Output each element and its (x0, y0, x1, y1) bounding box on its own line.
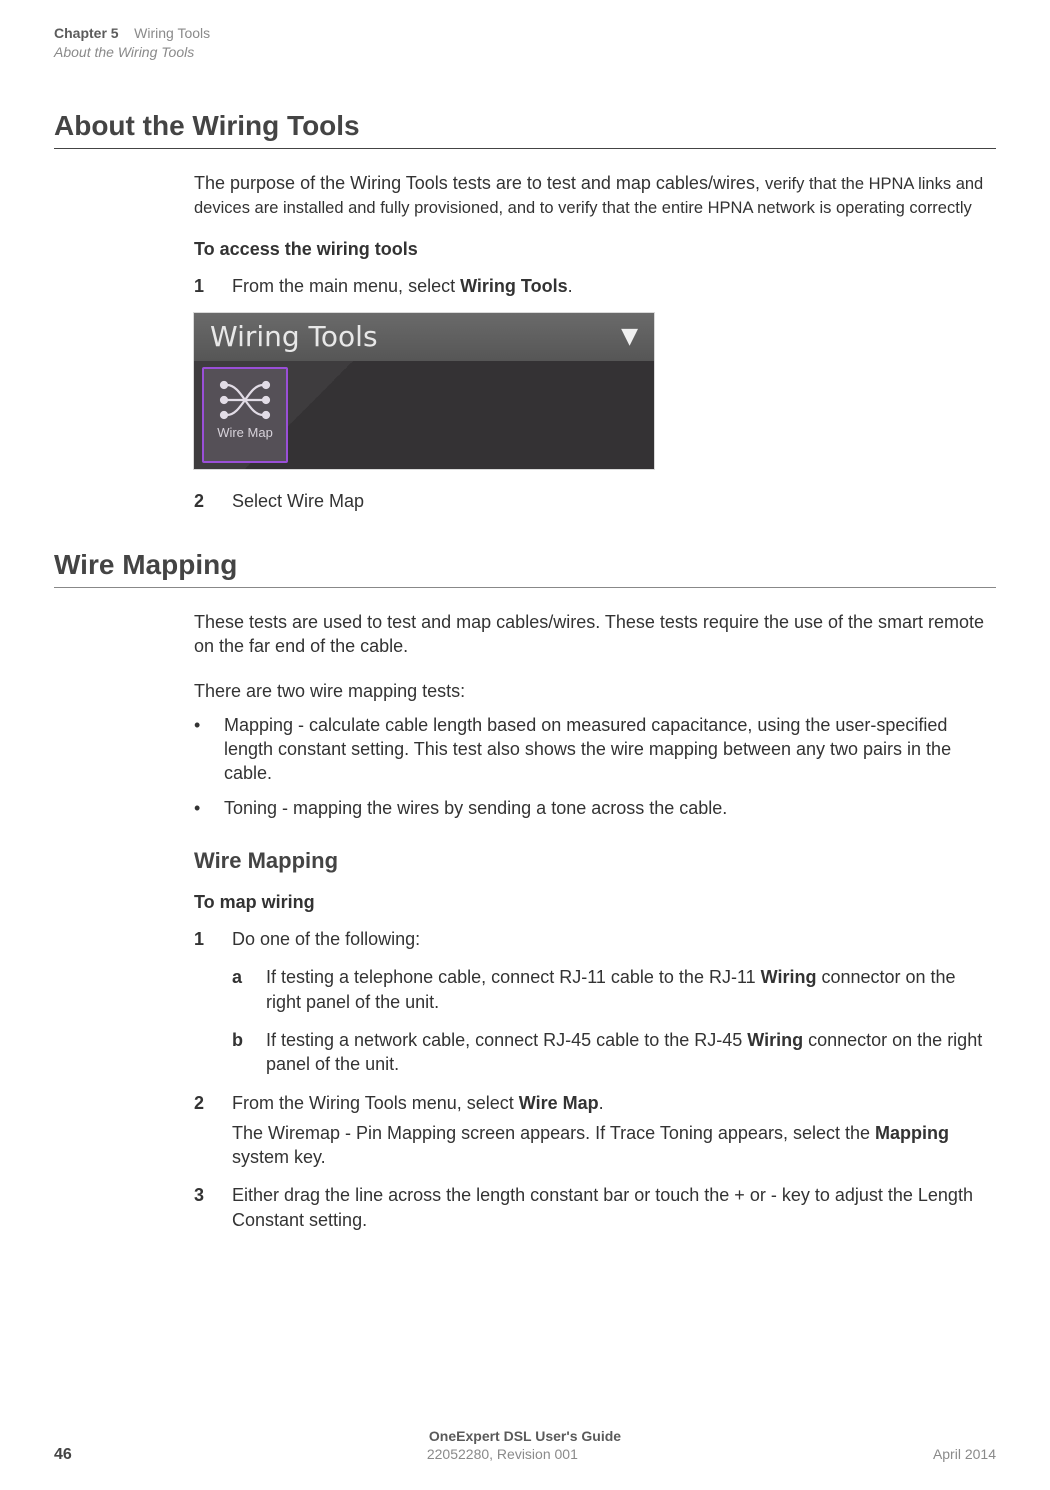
heading-wire-mapping: Wire Mapping (54, 549, 996, 581)
step-1: 1 From the main menu, select Wiring Tool… (194, 274, 986, 298)
step-body: From the main menu, select Wiring Tools. (232, 274, 986, 298)
heading-about-wiring-tools: About the Wiring Tools (54, 110, 996, 142)
bullet-icon: • (194, 713, 224, 786)
subhead-map-wiring: To map wiring (194, 892, 986, 913)
sub-text-bold: Wiring (761, 967, 817, 987)
map-step-2: 2 From the Wiring Tools menu, select Wir… (194, 1091, 986, 1170)
widget-title-bar[interactable]: Wiring Tools ▼ (194, 313, 654, 361)
map-step-1: 1 Do one of the following: (194, 927, 986, 951)
step-number: 2 (194, 1091, 232, 1170)
step-body: From the Wiring Tools menu, select Wire … (232, 1091, 986, 1170)
widget-body: Wire Map (194, 361, 654, 469)
wire-map-tile[interactable]: Wire Map (202, 367, 288, 463)
footer-line: 46 22052280, Revision 001 April 2014 (54, 1446, 996, 1464)
sub-body: If testing a telephone cable, connect RJ… (266, 965, 986, 1014)
step-number: 2 (194, 489, 232, 513)
widget-title-text: Wiring Tools (210, 320, 378, 353)
bullet-body: Mapping - calculate cable length based o… (224, 713, 986, 786)
step2-line2-post: system key. (232, 1147, 326, 1167)
footer-title: OneExpert DSL User's Guide (54, 1428, 996, 1444)
step-body: Either drag the line across the length c… (232, 1183, 986, 1232)
wire-map-icon (218, 379, 272, 421)
bullet-icon: • (194, 796, 224, 820)
bullet-toning: • Toning - mapping the wires by sending … (194, 796, 986, 820)
intro-text-a: The purpose of the Wiring Tools tests ar… (194, 173, 765, 193)
step-text-a: From the main menu, select (232, 276, 460, 296)
sub-body: If testing a network cable, connect RJ-4… (266, 1028, 986, 1077)
running-head: Chapter 5 Wiring Tools About the Wiring … (54, 24, 996, 62)
step-2: 2 Select Wire Map (194, 489, 986, 513)
page-number: 46 (54, 1446, 72, 1464)
wm-intro: These tests are used to test and map cab… (194, 610, 986, 659)
sub-letter: b (232, 1028, 266, 1077)
content-block-1: The purpose of the Wiring Tools tests ar… (194, 171, 986, 513)
bullet-body: Toning - mapping the wires by sending a … (224, 796, 986, 820)
step-number: 3 (194, 1183, 232, 1232)
chapter-title: Wiring Tools (134, 25, 210, 41)
step-text-c: . (568, 276, 573, 296)
wiring-tools-widget: Wiring Tools ▼ (194, 313, 654, 469)
sub-text-pre: If testing a telephone cable, connect RJ… (266, 967, 761, 987)
footer-revision: 22052280, Revision 001 (427, 1446, 578, 1462)
step-number: 1 (194, 274, 232, 298)
intro-paragraph: The purpose of the Wiring Tools tests ar… (194, 171, 986, 220)
step2-bold: Wire Map (519, 1093, 599, 1113)
wm-two-tests: There are two wire mapping tests: (194, 679, 986, 703)
map-substep-b: b If testing a network cable, connect RJ… (232, 1028, 986, 1077)
bullet-mapping: • Mapping - calculate cable length based… (194, 713, 986, 786)
section-rule (54, 587, 996, 588)
step-text: Select Wire Map (232, 491, 364, 511)
subheading-wire-mapping: Wire Mapping (194, 848, 996, 874)
page: Chapter 5 Wiring Tools About the Wiring … (0, 0, 1050, 1490)
step2-pre: From the Wiring Tools menu, select (232, 1093, 519, 1113)
chevron-down-icon: ▼ (621, 324, 638, 349)
step2-line2-pre: The Wiremap - Pin Mapping screen appears… (232, 1123, 875, 1143)
content-block-3: To map wiring 1 Do one of the following:… (194, 892, 986, 1232)
section-title: About the Wiring Tools (54, 43, 996, 62)
map-step-3: 3 Either drag the line across the length… (194, 1183, 986, 1232)
chapter-label: Chapter 5 (54, 25, 119, 41)
step2-line2-bold: Mapping (875, 1123, 949, 1143)
sub-text-pre: If testing a network cable, connect RJ-4… (266, 1030, 747, 1050)
step-number: 1 (194, 927, 232, 951)
sub-text-bold: Wiring (747, 1030, 803, 1050)
tool-item-label: Wire Map (204, 425, 286, 440)
page-footer: OneExpert DSL User's Guide 46 22052280, … (54, 1428, 996, 1464)
content-block-2: These tests are used to test and map cab… (194, 610, 986, 820)
step-text-bold: Wiring Tools (460, 276, 568, 296)
map-substep-a: a If testing a telephone cable, connect … (232, 965, 986, 1014)
step2-post: . (599, 1093, 604, 1113)
section-rule (54, 148, 996, 149)
subhead-access: To access the wiring tools (194, 239, 986, 260)
step-body: Select Wire Map (232, 489, 986, 513)
step-body: Do one of the following: (232, 927, 986, 951)
footer-date: April 2014 (933, 1446, 996, 1462)
sub-letter: a (232, 965, 266, 1014)
